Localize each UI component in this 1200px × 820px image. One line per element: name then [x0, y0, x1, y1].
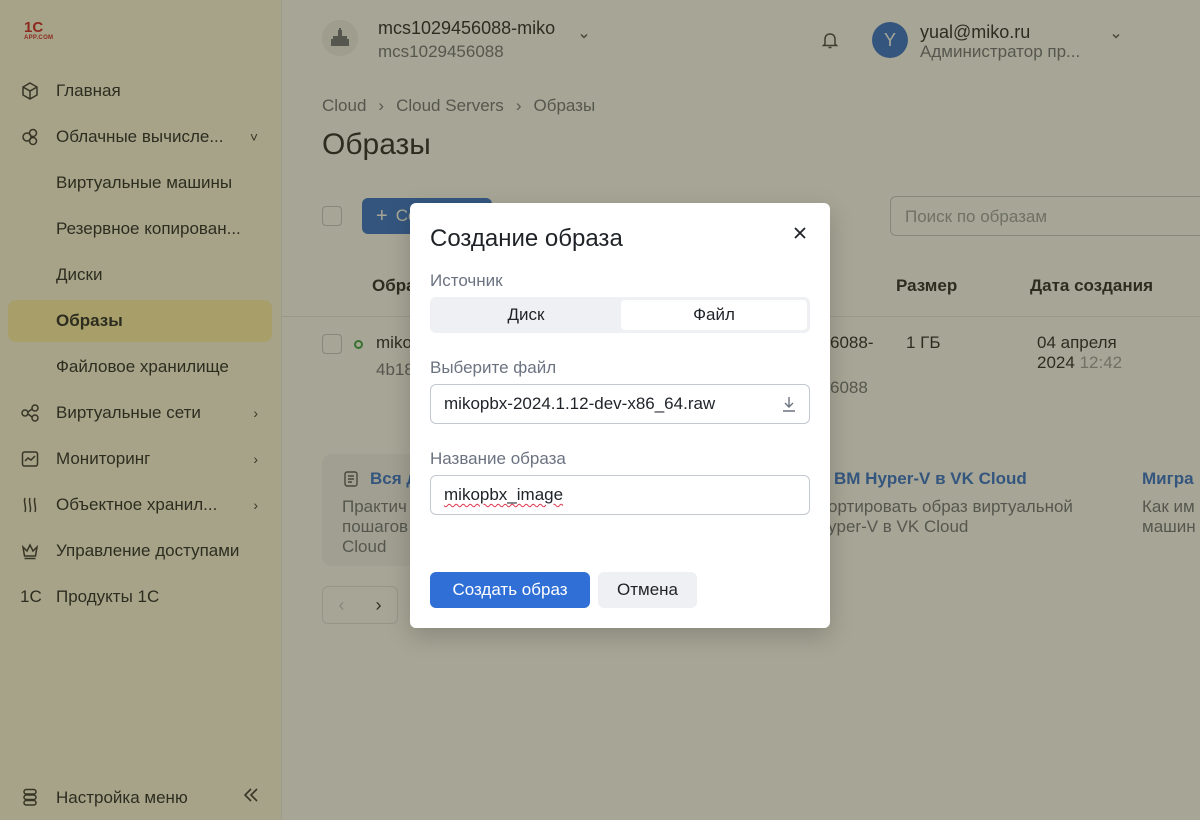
image-name-value: mikopbx_image: [444, 485, 564, 504]
source-segmented-control: Диск Файл: [430, 297, 810, 333]
source-option-file[interactable]: Файл: [621, 300, 807, 330]
download-icon[interactable]: [781, 395, 797, 413]
close-icon[interactable]: [790, 223, 810, 243]
file-select-field[interactable]: mikopbx-2024.1.12-dev-x86_64.raw: [430, 384, 810, 424]
create-image-dialog: Создание образа Источник Диск Файл Выбер…: [410, 203, 830, 628]
source-label: Источник: [430, 271, 503, 290]
file-label: Выберите файл: [430, 358, 557, 377]
dialog-title: Создание образа: [430, 225, 623, 252]
image-name-input[interactable]: mikopbx_image: [430, 475, 810, 515]
create-image-submit-button[interactable]: Создать образ: [430, 572, 590, 608]
image-name-label: Название образа: [430, 449, 566, 468]
file-value: mikopbx-2024.1.12-dev-x86_64.raw: [444, 394, 716, 413]
cancel-button[interactable]: Отмена: [598, 572, 697, 608]
source-option-disk[interactable]: Диск: [433, 300, 619, 330]
